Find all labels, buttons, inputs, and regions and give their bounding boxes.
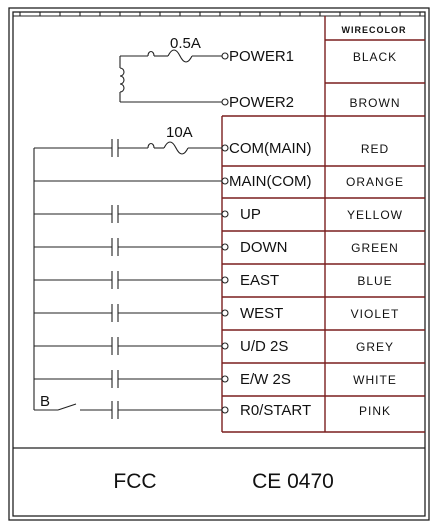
terminal-icon [221,342,229,350]
terminal-row: WEST VIOLET [221,305,400,322]
terminal-label: UP [240,206,261,223]
terminal-icon [221,210,229,218]
coil-icon [119,67,125,93]
wire-color-value: YELLOW [347,208,403,222]
terminal-icon [221,177,229,185]
switch-b-label: B [40,393,50,410]
power1-fuse-branch: 0.5A [120,35,222,63]
wire-color-value: PINK [359,404,391,418]
terminal-icon [221,98,229,106]
wire-color-value: BLACK [353,50,397,64]
terminal-icon [221,243,229,251]
wire-color-value: BLUE [357,274,392,288]
terminal-label: COM(MAIN) [229,140,312,157]
wire-color-value: GREY [356,340,394,354]
fuse-rating-large: 10A [166,124,193,141]
terminal-icon [221,276,229,284]
terminal-label: POWER1 [229,48,294,65]
terminal-icon [221,309,229,317]
terminal-label: EAST [240,272,279,289]
coil-branch [119,56,222,103]
terminal-label: E/W 2S [240,371,291,388]
wire-color-value: RED [361,142,389,156]
terminal-icon [221,375,229,383]
terminal-row: E/W 2S WHITE [221,371,397,388]
terminal-row: COM(MAIN) RED [221,140,389,157]
wire-color-value: WHITE [353,373,397,387]
wiring-diagram: WIRECOLOR 0.5A 10A B POWER1 BLACKPOWER2 … [8,7,430,521]
terminal-label: WEST [240,305,283,322]
wire-color-value: GREEN [351,241,399,255]
terminal-row: R0/START PINK [221,402,391,419]
terminal-row: POWER1 BLACK [221,48,397,65]
fuse-rating-small: 0.5A [170,35,201,52]
wire-color-value: BROWN [350,96,401,110]
wire-color-title: WIRECOLOR [342,25,407,35]
fcc-mark: FCC [113,470,156,493]
wire-color-value: VIOLET [351,307,400,321]
terminal-row: UP YELLOW [221,206,403,223]
terminal-label: POWER2 [229,94,294,111]
wire-color-value: ORANGE [346,175,404,189]
switch-b-icon [57,403,77,411]
ce-mark: CE 0470 [252,470,334,493]
terminal-icon [221,52,229,60]
terminal-icon [221,144,229,152]
terminal-label: DOWN [240,239,288,256]
terminal-label: R0/START [240,402,311,419]
terminal-row: DOWN GREEN [221,239,399,256]
terminal-row: POWER2 BROWN [221,94,401,111]
terminal-label: MAIN(COM) [229,173,312,190]
wiring-diagram-page: WIRECOLOR 0.5A 10A B POWER1 BLACK POWER2… [0,0,436,524]
terminal-row: U/D 2S GREY [221,338,394,355]
fuse-10a-icon [163,141,189,155]
switch-b-branch: B [34,393,112,411]
com-main-branch: 10A [34,124,222,157]
terminal-row: MAIN(COM) ORANGE [221,173,404,190]
terminal-icon [221,406,229,414]
terminal-label: U/D 2S [240,338,288,355]
terminal-row: EAST BLUE [221,272,392,289]
